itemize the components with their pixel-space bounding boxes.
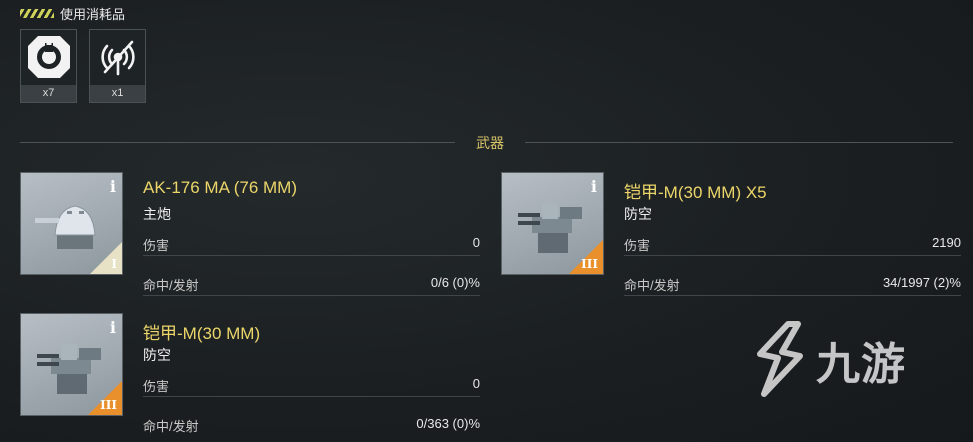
tier-label: III [100,398,117,412]
stat-label: 命中/发射 [624,278,680,293]
stat-value: 2190 [932,235,961,250]
stat-value: 0 [472,376,480,391]
row-divider [143,295,480,296]
row-divider [624,295,961,296]
consumable-slot-jammer[interactable]: x1 [89,29,146,103]
stat-value: 0 [472,235,480,250]
watermark-text: 九游 [816,340,906,389]
stat-label: 伤害 [143,238,170,253]
weapon-name: 铠甲-M(30 MM) [143,324,261,343]
weapon-name: 铠甲-M(30 MM) X5 [624,183,767,202]
stat-label: 伤害 [624,238,651,253]
stat-label: 命中/发射 [143,278,199,293]
consumables-title: 使用消耗品 [60,7,126,22]
stripes-icon [20,9,54,18]
stat-row-damage: 伤害 0 [143,235,480,256]
weapon-type: 防空 [143,347,171,363]
weapon-type: 主炮 [143,206,171,222]
weapons-section-title: 武器 [476,135,504,151]
stat-value: 34/1997 (2)% [882,275,961,290]
stat-row-hits: 命中/发射 34/1997 (2)% [624,275,961,296]
consumables-header: 使用消耗品 [20,4,125,23]
consumable-count: x7 [21,85,76,102]
info-icon[interactable]: i [110,177,116,196]
info-icon[interactable]: i [591,177,597,196]
row-divider [143,255,480,256]
weapon-thumbnail[interactable]: i I [20,172,123,275]
tier-label: I [111,257,117,271]
stat-row-damage: 伤害 0 [143,376,480,397]
consumable-count: x1 [90,85,145,102]
jiuyou-logo-icon [757,321,803,397]
stat-value: 0/6 (0)% [430,275,480,290]
tier-badge [90,242,122,274]
weapon-thumbnail[interactable]: i III [501,172,604,275]
section-divider-left [20,142,455,143]
radar-jammer-icon [90,30,145,84]
watermark-logo: 九游 [748,320,906,400]
stat-label: 命中/发射 [143,419,199,434]
consumable-slot-repair[interactable]: x7 [20,29,77,103]
row-divider [143,396,480,397]
weapon-thumbnail[interactable]: i III [20,313,123,416]
weapon-type: 防空 [624,206,652,222]
section-divider-right [525,142,953,143]
weapon-name: AK-176 MA (76 MM) [143,178,297,197]
stat-row-hits: 命中/发射 0/6 (0)% [143,275,480,296]
repair-kit-icon [21,30,76,84]
stat-value: 0/363 (0)% [416,416,480,431]
stat-row-damage: 伤害 2190 [624,235,961,256]
stat-row-hits: 命中/发射 0/363 (0)% [143,416,480,436]
tier-label: III [581,257,598,271]
stat-label: 伤害 [143,379,170,394]
row-divider [624,255,961,256]
info-icon[interactable]: i [110,318,116,337]
